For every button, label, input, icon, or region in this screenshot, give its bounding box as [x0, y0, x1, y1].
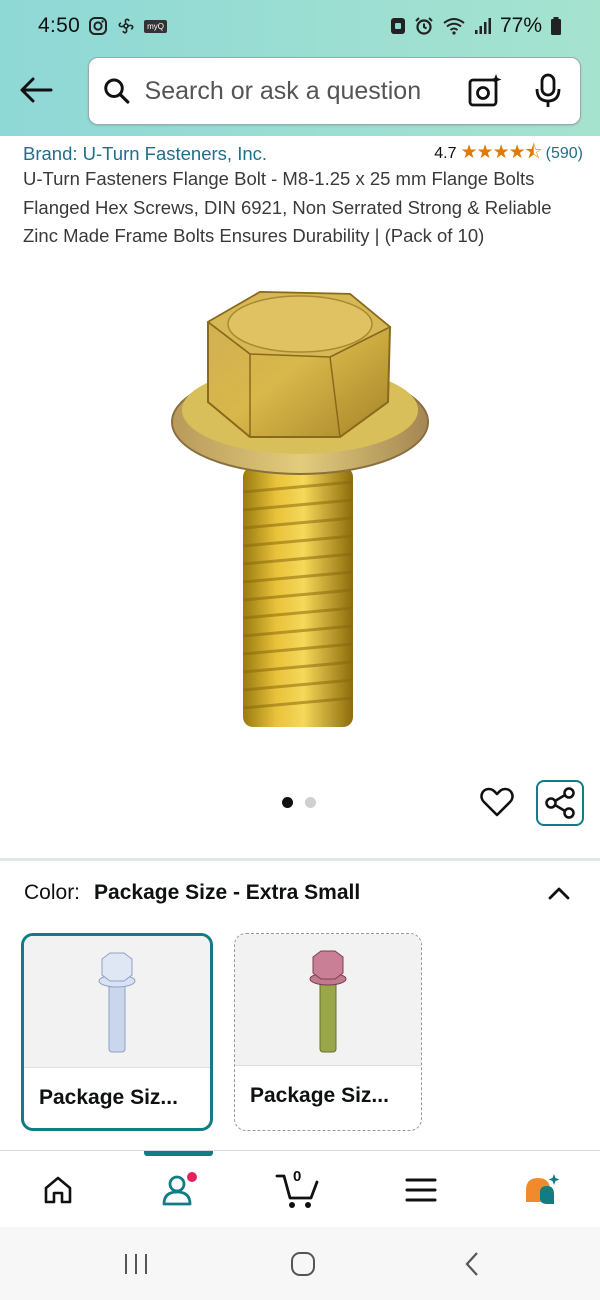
- home-system-button[interactable]: [283, 1247, 323, 1281]
- nav-menu[interactable]: [396, 1165, 446, 1215]
- camera-search-button[interactable]: [467, 71, 504, 111]
- variation-option-selected[interactable]: Package Siz...: [21, 933, 213, 1131]
- battery-icon: [550, 16, 562, 36]
- camera-sparkle-icon: [468, 74, 502, 107]
- home-circle-icon: [291, 1252, 315, 1276]
- fan-icon: [116, 16, 136, 36]
- rufus-icon: [526, 1174, 560, 1204]
- variation-option-image: [235, 934, 421, 1066]
- myq-icon: myQ: [144, 19, 167, 33]
- section-divider: [0, 858, 600, 861]
- lock-icon: [390, 16, 406, 36]
- heart-icon: [480, 787, 514, 817]
- product-title: U-Turn Fasteners Flange Bolt - M8-1.25 x…: [23, 168, 552, 246]
- add-to-wishlist-button[interactable]: [478, 783, 516, 821]
- voice-search-button[interactable]: [529, 71, 566, 111]
- back-button[interactable]: [16, 70, 56, 110]
- chevron-up-icon: [548, 887, 570, 900]
- battery-percent: 77%: [499, 14, 542, 37]
- image-carousel-dots[interactable]: [282, 797, 316, 808]
- system-back-button[interactable]: [452, 1247, 492, 1281]
- menu-icon: [405, 1178, 437, 1202]
- yellow-bolt-image: [309, 950, 347, 1052]
- collapse-variations-button[interactable]: [544, 878, 574, 908]
- nav-home[interactable]: [33, 1165, 83, 1215]
- cart-count: 0: [293, 1168, 302, 1185]
- variation-label: Color:: [24, 881, 81, 904]
- instagram-icon: [88, 16, 108, 36]
- flange-bolt-image: [171, 290, 429, 727]
- silver-bolt-image: [98, 952, 136, 1052]
- share-icon: [545, 787, 575, 819]
- nav-cart[interactable]: 0: [273, 1165, 323, 1215]
- recent-apps-button[interactable]: [116, 1247, 156, 1281]
- arrow-left-icon: [20, 77, 53, 103]
- status-bar: 4:50 myQ 77%: [0, 0, 600, 52]
- alarm-icon: [414, 16, 434, 36]
- status-time: 4:50: [38, 14, 81, 37]
- account-icon: [162, 1172, 197, 1206]
- variation-option[interactable]: Package Siz...: [234, 933, 422, 1131]
- signal-icon: [474, 17, 492, 35]
- variation-option-label: Package Siz...: [250, 1084, 389, 1107]
- variation-option-label: Package Siz...: [39, 1086, 178, 1109]
- microphone-icon: [535, 73, 561, 107]
- share-button[interactable]: [536, 780, 584, 826]
- nav-rufus[interactable]: [517, 1165, 567, 1215]
- recent-apps-icon: [125, 1254, 147, 1274]
- system-nav-bar: [0, 1227, 600, 1300]
- brand-link[interactable]: Brand: U-Turn Fasteners, Inc.: [23, 143, 267, 165]
- search-input[interactable]: [144, 76, 467, 106]
- status-right: 77%: [390, 14, 562, 38]
- variation-header: Color: Package Size - Extra Small: [24, 878, 574, 908]
- rating-value: 4.7: [434, 145, 457, 162]
- status-left: 4:50 myQ: [38, 14, 167, 38]
- variation-selected-value: Package Size - Extra Small: [94, 881, 361, 904]
- nav-account[interactable]: [154, 1165, 204, 1215]
- review-count: (590): [545, 145, 583, 162]
- header: [0, 52, 600, 136]
- carousel-dot[interactable]: [305, 797, 316, 808]
- active-tab-indicator: [144, 1151, 213, 1156]
- search-icon: [104, 78, 130, 104]
- chevron-left-icon: [465, 1252, 478, 1276]
- carousel-dot-active[interactable]: [282, 797, 293, 808]
- bottom-nav: 0: [0, 1150, 600, 1227]
- wifi-icon: [442, 16, 466, 36]
- product-image[interactable]: [150, 282, 440, 742]
- search-box[interactable]: [88, 57, 581, 125]
- home-icon: [44, 1176, 72, 1204]
- variation-option-image: [24, 936, 210, 1068]
